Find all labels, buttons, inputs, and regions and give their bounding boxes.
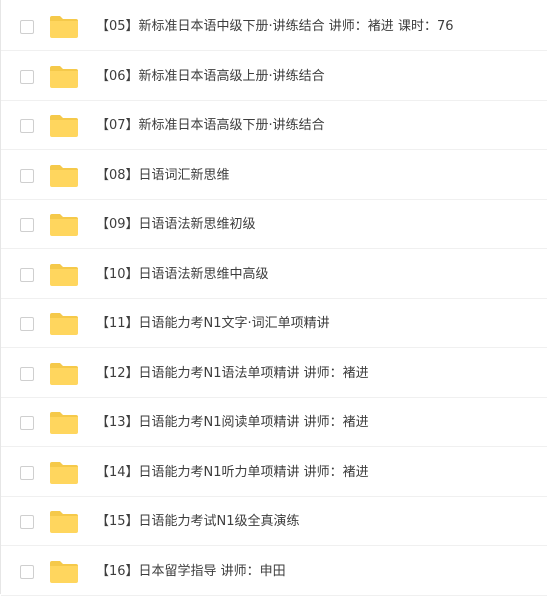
list-item[interactable]: 【10】日语语法新思维中高级 (1, 250, 547, 299)
folder-name[interactable]: 【11】日语能力考N1文字·词汇单项精讲 (96, 299, 330, 348)
folder-icon (49, 510, 79, 534)
folder-name[interactable]: 【15】日语能力考试N1级全真演练 (96, 497, 300, 546)
folder-icon (49, 560, 79, 584)
folder-name[interactable]: 【16】日本留学指导 讲师：申田 (96, 547, 286, 596)
folder-icon (49, 411, 79, 435)
folder-icon (49, 114, 79, 138)
select-checkbox[interactable] (20, 317, 34, 331)
list-item[interactable]: 【13】日语能力考N1阅读单项精讲 讲师：褚进 (1, 398, 547, 447)
file-list: 【05】新标准日本语中级下册·讲练结合 讲师：褚进 课时：76 【06】新标准日… (0, 0, 547, 596)
folder-name[interactable]: 【05】新标准日本语中级下册·讲练结合 讲师：褚进 课时：76 (96, 2, 453, 51)
select-checkbox[interactable] (20, 20, 34, 34)
folder-name[interactable]: 【10】日语语法新思维中高级 (96, 250, 269, 299)
folder-icon (49, 15, 79, 39)
list-item[interactable]: 【12】日语能力考N1语法单项精讲 讲师：褚进 (1, 349, 547, 398)
folder-name[interactable]: 【06】新标准日本语高级上册·讲练结合 (96, 52, 325, 101)
list-item[interactable]: 【06】新标准日本语高级上册·讲练结合 (1, 52, 547, 101)
folder-name[interactable]: 【14】日语能力考N1听力单项精讲 讲师：褚进 (96, 448, 369, 497)
list-item[interactable]: 【07】新标准日本语高级下册·讲练结合 (1, 101, 547, 150)
select-checkbox[interactable] (20, 515, 34, 529)
list-item[interactable]: 【15】日语能力考试N1级全真演练 (1, 497, 547, 546)
folder-name[interactable]: 【07】新标准日本语高级下册·讲练结合 (96, 101, 325, 150)
folder-icon (49, 213, 79, 237)
folder-name[interactable]: 【08】日语词汇新思维 (96, 151, 230, 200)
folder-icon (49, 65, 79, 89)
select-checkbox[interactable] (20, 367, 34, 381)
select-checkbox[interactable] (20, 169, 34, 183)
folder-icon (49, 461, 79, 485)
list-item[interactable]: 【05】新标准日本语中级下册·讲练结合 讲师：褚进 课时：76 (1, 2, 547, 51)
folder-name[interactable]: 【12】日语能力考N1语法单项精讲 讲师：褚进 (96, 349, 369, 398)
select-checkbox[interactable] (20, 268, 34, 282)
select-checkbox[interactable] (20, 565, 34, 579)
folder-name[interactable]: 【13】日语能力考N1阅读单项精讲 讲师：褚进 (96, 398, 369, 447)
select-checkbox[interactable] (20, 218, 34, 232)
folder-name[interactable]: 【09】日语语法新思维初级 (96, 200, 256, 249)
select-checkbox[interactable] (20, 466, 34, 480)
folder-icon (49, 164, 79, 188)
folder-icon (49, 312, 79, 336)
list-item[interactable]: 【16】日本留学指导 讲师：申田 (1, 547, 547, 596)
list-item[interactable]: 【09】日语语法新思维初级 (1, 200, 547, 249)
folder-icon (49, 263, 79, 287)
list-item[interactable]: 【11】日语能力考N1文字·词汇单项精讲 (1, 299, 547, 348)
select-checkbox[interactable] (20, 70, 34, 84)
list-item[interactable]: 【08】日语词汇新思维 (1, 151, 547, 200)
list-item[interactable]: 【14】日语能力考N1听力单项精讲 讲师：褚进 (1, 448, 547, 497)
select-checkbox[interactable] (20, 416, 34, 430)
folder-icon (49, 362, 79, 386)
select-checkbox[interactable] (20, 119, 34, 133)
